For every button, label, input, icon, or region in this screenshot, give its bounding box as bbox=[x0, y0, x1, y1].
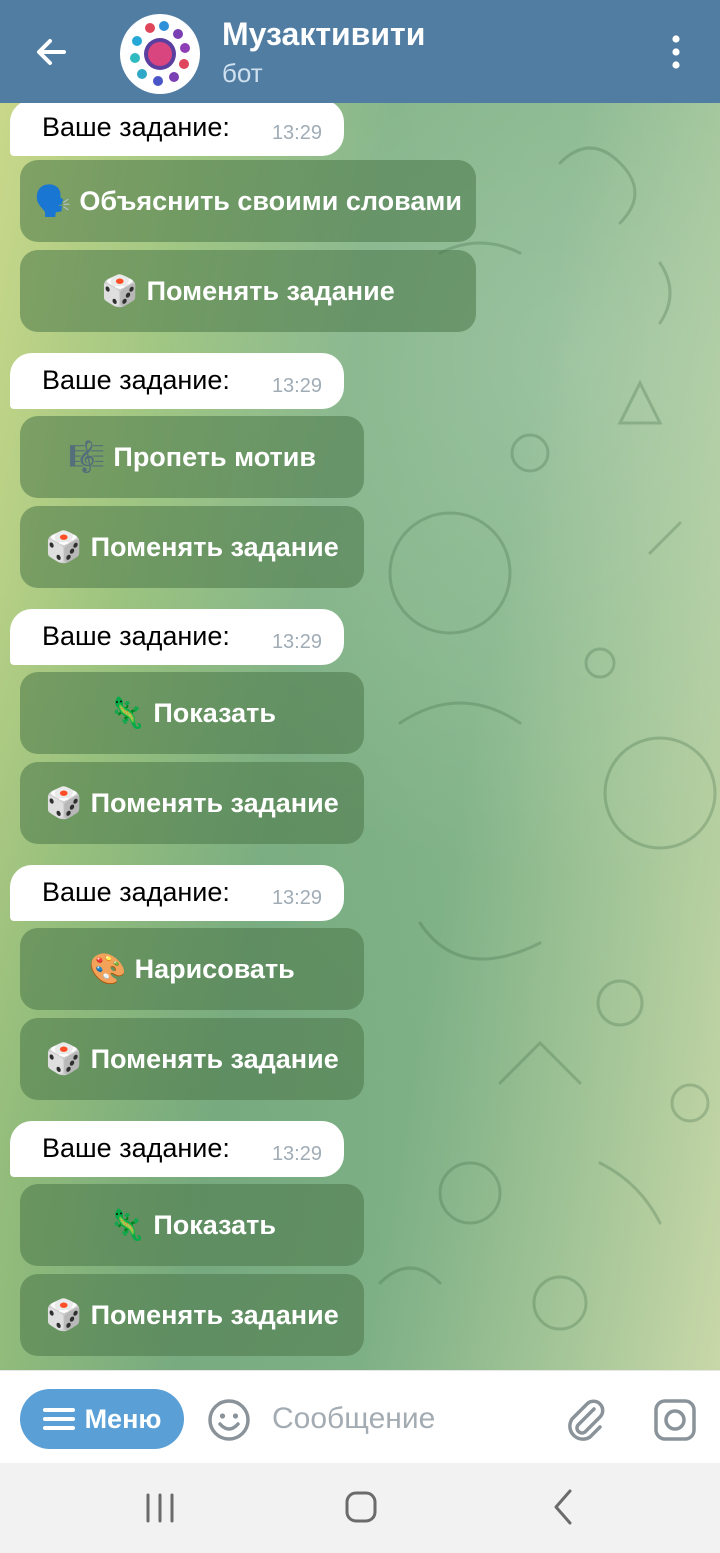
dice-icon: 🎲 bbox=[45, 786, 83, 820]
button-label: Пропеть мотив bbox=[113, 441, 316, 472]
chat-header: Музактивити бот bbox=[0, 0, 720, 103]
button-label: Нарисовать bbox=[134, 953, 295, 984]
dice-icon: 🎲 bbox=[101, 274, 139, 308]
keyboard-button[interactable]: 🗣️ Объяснить своими словами bbox=[20, 160, 476, 242]
chat-subtitle: бот bbox=[222, 58, 263, 88]
button-label: Поменять задание bbox=[90, 787, 339, 818]
bot-logo-icon bbox=[130, 21, 190, 86]
keyboard-button[interactable]: 🎼 Пропеть мотив bbox=[20, 416, 364, 498]
recent-apps-icon[interactable] bbox=[143, 1491, 177, 1525]
message-text: Ваше задание: bbox=[42, 112, 230, 142]
emoji-icon[interactable] bbox=[206, 1397, 252, 1443]
keyboard-button[interactable]: 🎲 Поменять задание bbox=[20, 506, 364, 588]
lizard-icon: 🦎 bbox=[107, 1208, 146, 1242]
button-label: Поменять задание bbox=[146, 275, 395, 306]
message-bubble: Ваше задание: 13:29 bbox=[10, 353, 344, 409]
keyboard-button[interactable]: 🎲 Поменять задание bbox=[20, 762, 364, 844]
keyboard-button[interactable]: 🦎 Показать bbox=[20, 1184, 364, 1266]
more-options-icon[interactable] bbox=[662, 30, 690, 74]
dice-icon: 🎲 bbox=[45, 1298, 83, 1332]
message-input[interactable] bbox=[272, 1399, 532, 1439]
dice-icon: 🎲 bbox=[45, 1042, 83, 1076]
message-composer: Меню bbox=[0, 1370, 720, 1463]
system-nav-bar bbox=[0, 1463, 720, 1553]
message-text: Ваше задание: bbox=[42, 1133, 230, 1163]
menu-icon bbox=[42, 1408, 75, 1430]
button-label: Показать bbox=[153, 1209, 277, 1240]
menu-button-label: Меню bbox=[84, 1403, 162, 1434]
camera-icon[interactable] bbox=[652, 1397, 698, 1443]
lizard-icon: 🦎 bbox=[107, 696, 146, 730]
keyboard-button[interactable]: 🎲 Поменять задание bbox=[20, 1018, 364, 1100]
message-time: 13:29 bbox=[271, 375, 322, 397]
musical-score-icon: 🎼 bbox=[68, 440, 106, 474]
button-label: Поменять задание bbox=[90, 531, 339, 562]
message-bubble: Ваше задание: 13:29 bbox=[10, 865, 344, 921]
message-time: 13:29 bbox=[271, 887, 322, 909]
message-bubble: Ваше задание: 13:29 bbox=[10, 1121, 344, 1177]
home-icon[interactable] bbox=[341, 1487, 381, 1527]
button-label: Поменять задание bbox=[90, 1299, 339, 1330]
message-text: Ваше задание: bbox=[42, 877, 230, 907]
attach-icon[interactable] bbox=[562, 1395, 610, 1443]
chat-title[interactable]: Музактивити bbox=[222, 16, 425, 53]
system-back-icon[interactable] bbox=[548, 1487, 578, 1527]
button-label: Объяснить своими словами bbox=[79, 185, 462, 216]
message-bubble: Ваше задание: 13:29 bbox=[10, 100, 344, 156]
keyboard-button[interactable]: 🎲 Поменять задание bbox=[20, 1274, 364, 1356]
menu-button[interactable]: Меню bbox=[20, 1389, 184, 1449]
keyboard-button[interactable]: 🎲 Поменять задание bbox=[20, 250, 476, 332]
message-text: Ваше задание: bbox=[42, 365, 230, 395]
button-label: Показать bbox=[153, 697, 277, 728]
palette-icon: 🎨 bbox=[89, 952, 127, 986]
message-time: 13:29 bbox=[271, 1143, 322, 1165]
keyboard-button[interactable]: 🦎 Показать bbox=[20, 672, 364, 754]
message-bubble: Ваше задание: 13:29 bbox=[10, 609, 344, 665]
message-text: Ваше задание: bbox=[42, 621, 230, 651]
speaking-head-icon: 🗣️ bbox=[34, 184, 72, 218]
keyboard-button[interactable]: 🎨 Нарисовать bbox=[20, 928, 364, 1010]
dice-icon: 🎲 bbox=[45, 530, 83, 564]
back-arrow-icon[interactable] bbox=[30, 30, 74, 74]
bot-avatar[interactable] bbox=[120, 14, 200, 94]
message-time: 13:29 bbox=[271, 631, 322, 653]
message-time: 13:29 bbox=[271, 122, 322, 144]
button-label: Поменять задание bbox=[90, 1043, 339, 1074]
